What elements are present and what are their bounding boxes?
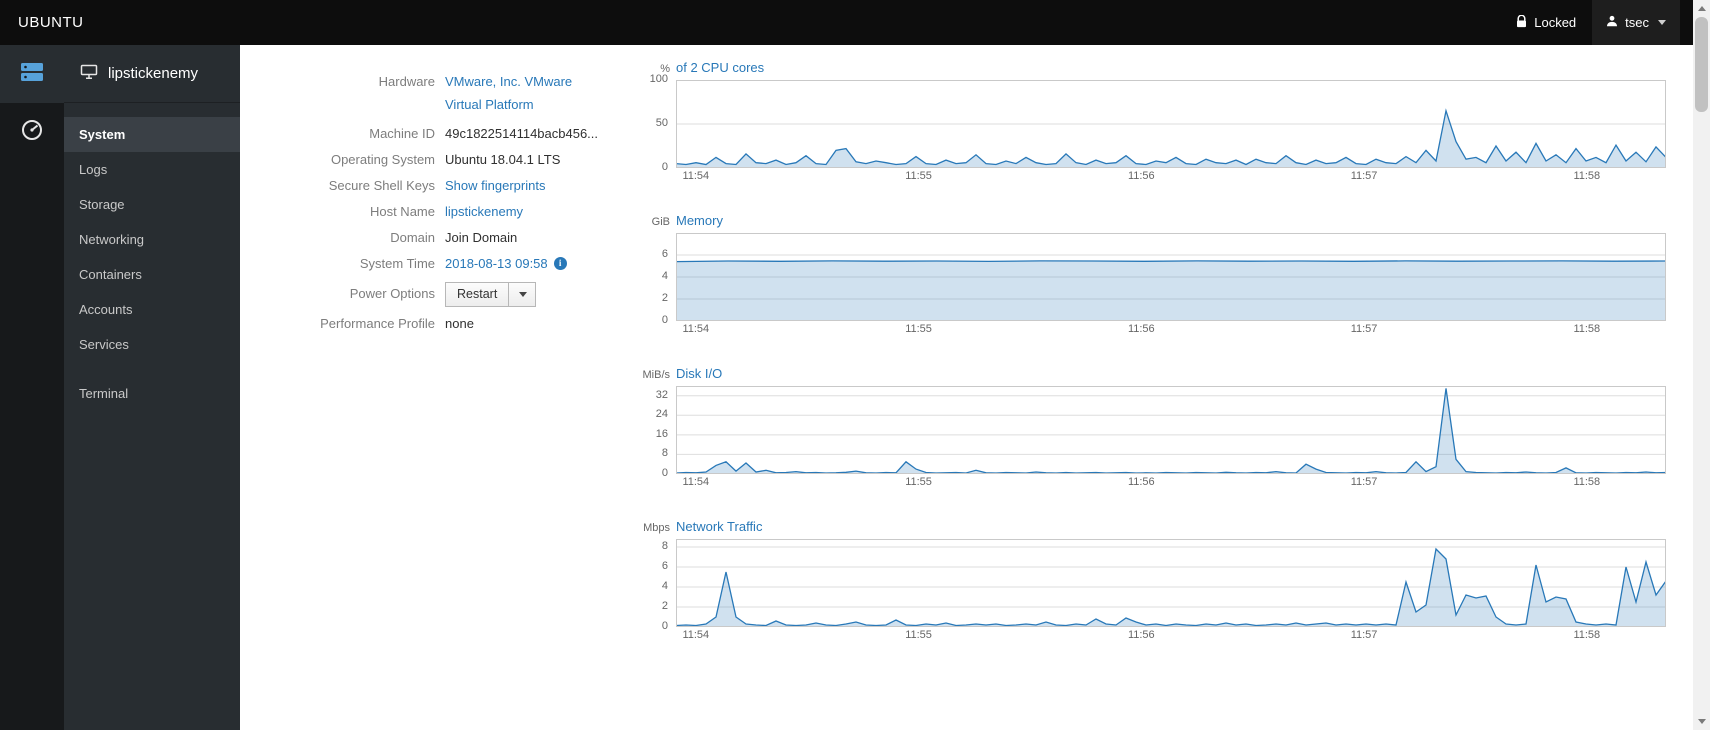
memory-y-axis-labels: 0246 <box>661 248 668 326</box>
scroll-down-arrow-icon[interactable] <box>1693 713 1710 730</box>
sidebar-item-accounts[interactable]: Accounts <box>64 292 240 327</box>
power-options-split-button: Restart <box>445 281 537 307</box>
field-host-name: Host Name lipstickenemy <box>300 204 640 221</box>
sidebar-item-system[interactable]: System <box>64 117 240 152</box>
cpu-usage-chart[interactable] <box>676 80 1666 168</box>
field-label: System Time <box>359 255 435 271</box>
network-x-axis-labels: 11:54 11:55 11:56 11:57 11:58 <box>682 629 1601 641</box>
scroll-up-arrow-icon[interactable] <box>1693 0 1710 17</box>
join-domain-link[interactable]: Join Domain <box>445 230 517 245</box>
system-info: Hardware VMware, Inc. VMware Virtual Pla… <box>300 45 640 730</box>
caret-down-icon <box>519 291 528 297</box>
host-selector[interactable]: lipstickenemy <box>64 45 240 103</box>
field-label: Secure Shell Keys <box>328 177 435 193</box>
memory-usage-chart[interactable] <box>676 233 1666 321</box>
field-system-time: System Time 2018-08-13 09:58 <box>300 256 640 273</box>
user-icon <box>1606 15 1618 30</box>
charts-column: % of 2 CPU cores 0 50 100 11:54 11:55 11:56 1… <box>640 45 1680 730</box>
disk-io-chart[interactable] <box>676 386 1666 474</box>
cockpit-app: UBUNTU Locked tsec lipstickenemy System … <box>0 0 1710 730</box>
field-performance-profile: Performance Profile none <box>300 316 640 333</box>
sidebar-item-containers[interactable]: Containers <box>64 257 240 292</box>
server-icon <box>18 58 46 91</box>
field-label: Hardware <box>378 74 435 89</box>
memory-chart-block: GiB Memory 0246 11:54 11:55 11:56 11:57 11:5… <box>640 213 1680 338</box>
hardware-link[interactable]: VMware, Inc. VMware Virtual Platform <box>445 70 575 117</box>
cpu-y-axis-labels: 0 50 100 <box>649 73 668 173</box>
cpu-x-axis-labels: 11:54 11:55 11:56 11:57 11:58 <box>682 170 1601 182</box>
info-icon[interactable] <box>553 256 567 270</box>
restart-button[interactable]: Restart <box>445 281 510 307</box>
sidebar-item-networking[interactable]: Networking <box>64 222 240 257</box>
sidebar-item-storage[interactable]: Storage <box>64 187 240 222</box>
locked-indicator[interactable]: Locked <box>1500 14 1592 31</box>
scrollbar-thumb[interactable] <box>1695 17 1708 112</box>
app-rail <box>0 45 64 730</box>
caret-down-icon <box>1658 20 1666 25</box>
network-traffic-chart[interactable] <box>676 539 1666 627</box>
field-label: Host Name <box>369 203 435 219</box>
performance-profile-value: none <box>445 315 474 331</box>
disk-y-axis-labels: 0 8 16 24 32 <box>655 388 668 479</box>
lock-icon <box>1516 14 1527 31</box>
memory-x-axis-labels: 11:54 11:55 11:56 11:57 11:58 <box>682 323 1601 335</box>
network-unit-label: Mbps <box>643 522 670 534</box>
cpu-chart-title-link[interactable]: of 2 CPU cores <box>676 60 764 75</box>
network-chart-title-link[interactable]: Network Traffic <box>676 519 762 534</box>
memory-unit-label: GiB <box>651 216 670 228</box>
user-label: tsec <box>1625 15 1649 30</box>
topbar: UBUNTU Locked tsec <box>0 0 1710 45</box>
rail-item-dashboard[interactable] <box>0 103 64 161</box>
field-hardware: Hardware VMware, Inc. VMware Virtual Pla… <box>300 70 640 117</box>
field-label: Machine ID <box>369 125 435 141</box>
network-y-axis-labels: 02468 <box>661 540 668 632</box>
vertical-scrollbar[interactable] <box>1693 0 1710 730</box>
dashboard-icon <box>19 117 45 148</box>
field-operating-system: Operating System Ubuntu 18.04.1 LTS <box>300 152 640 169</box>
cpu-chart-block: % of 2 CPU cores 0 50 100 11:54 11:55 11:56 1… <box>640 60 1680 185</box>
locked-label: Locked <box>1534 15 1577 30</box>
restart-dropdown-toggle[interactable] <box>509 281 537 307</box>
system-time-link[interactable]: 2018-08-13 09:58 <box>445 256 548 271</box>
field-machine-id: Machine ID 49c1822514114bacb456... <box>300 126 640 143</box>
field-domain: Domain Join Domain <box>300 230 640 247</box>
sidebar-nav: System Logs Storage Networking Container… <box>64 103 240 411</box>
os-value: Ubuntu 18.04.1 LTS <box>445 151 561 167</box>
sidebar-item-services[interactable]: Services <box>64 327 240 362</box>
machine-id-value: 49c1822514114bacb456... <box>445 125 599 141</box>
sidebar-item-terminal[interactable]: Terminal <box>64 376 240 411</box>
network-chart-block: Mbps Network Traffic 02468 11:54 11:55 11:… <box>640 519 1680 644</box>
field-label: Domain <box>390 229 435 245</box>
host-name-link[interactable]: lipstickenemy <box>445 204 523 219</box>
main-content: Hardware VMware, Inc. VMware Virtual Pla… <box>240 45 1693 730</box>
sidebar-item-logs[interactable]: Logs <box>64 152 240 187</box>
rail-item-machines[interactable] <box>0 45 64 103</box>
disk-chart-block: MiB/s Disk I/O 0 8 16 24 32 11:54 11:55 11:56 1… <box>640 366 1680 491</box>
field-label: Power Options <box>349 286 435 302</box>
topbar-right: Locked tsec <box>1500 0 1680 45</box>
sidebar: lipstickenemy System Logs Storage Networ… <box>64 45 240 730</box>
disk-chart-title-link[interactable]: Disk I/O <box>676 366 722 381</box>
memory-chart-title-link[interactable]: Memory <box>676 213 723 228</box>
host-name: lipstickenemy <box>108 65 199 82</box>
host-icon <box>80 64 98 84</box>
show-fingerprints-link[interactable]: Show fingerprints <box>445 178 545 193</box>
field-label: Operating System <box>330 151 435 167</box>
disk-x-axis-labels: 11:54 11:55 11:56 11:57 11:58 <box>682 476 1601 488</box>
brand-logo: UBUNTU <box>18 14 84 31</box>
field-secure-shell-keys: Secure Shell Keys Show fingerprints <box>300 178 640 195</box>
user-menu[interactable]: tsec <box>1592 0 1680 45</box>
disk-unit-label: MiB/s <box>642 369 671 381</box>
field-power-options: Power Options Restart <box>300 281 640 307</box>
field-label: Performance Profile <box>320 315 435 331</box>
